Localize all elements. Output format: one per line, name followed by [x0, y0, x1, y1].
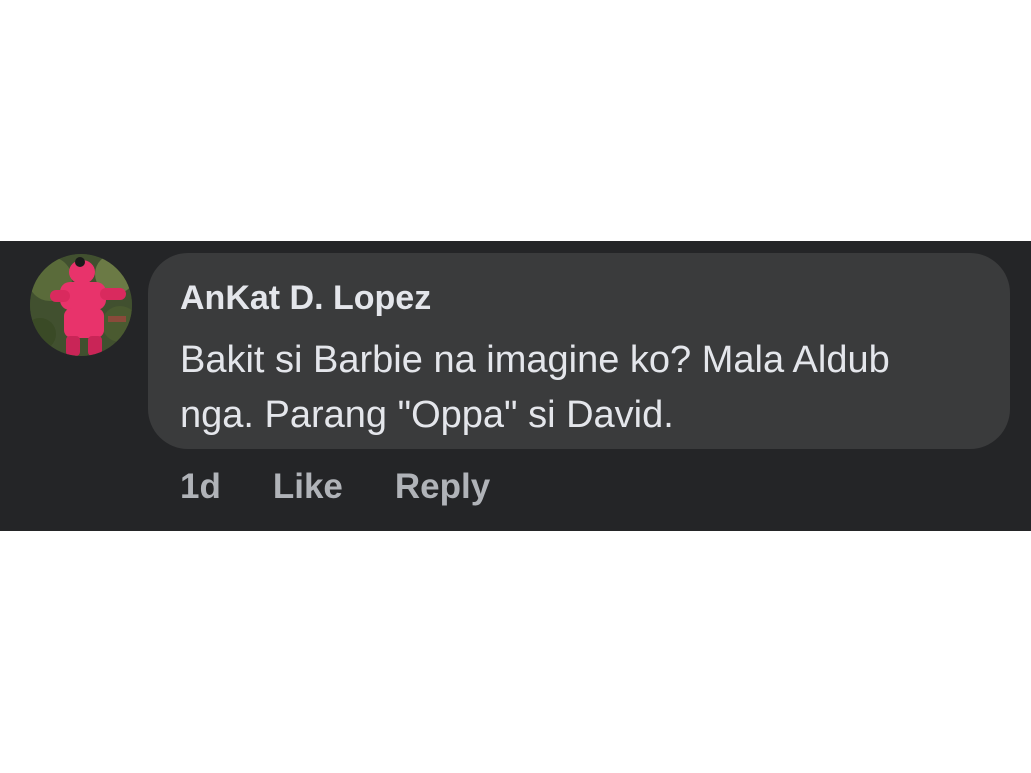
avatar[interactable]: [30, 254, 132, 356]
avatar-photo-icon: [30, 254, 132, 356]
comment-author[interactable]: AnKat D. Lopez: [180, 279, 431, 318]
comment-container: AnKat D. Lopez Bakit si Barbie na imagin…: [0, 241, 1031, 531]
comment-actions: 1d Like Reply: [180, 467, 490, 507]
comment-timestamp[interactable]: 1d: [180, 467, 221, 507]
comment-bubble: AnKat D. Lopez Bakit si Barbie na imagin…: [148, 253, 1010, 449]
like-button[interactable]: Like: [273, 467, 343, 507]
reply-button[interactable]: Reply: [395, 467, 490, 507]
comment-text: Bakit si Barbie na imagine ko? Mala Aldu…: [180, 339, 890, 436]
